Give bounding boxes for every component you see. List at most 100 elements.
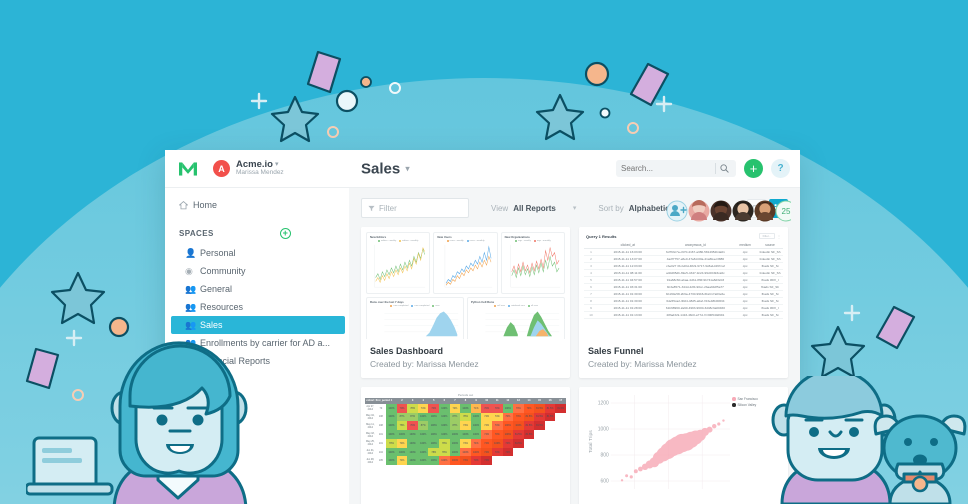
mixpanel-m-logo-icon[interactable] [179,161,197,176]
heatmap-cell: 100% [470,447,482,457]
kebab-menu-icon[interactable]: ⋮ [777,234,781,239]
card-meta: Sales Dashboard Created by: Marissa Mend… [361,339,570,378]
heatmap-cell: 100% [449,456,461,466]
sidebar-item-personal[interactable]: 👤 Personal [171,244,345,262]
legend-entry: orgs - weekly [514,240,531,242]
sidebar-item-home[interactable]: Home [165,196,349,214]
sidebar-item-resources[interactable]: 👥 Resources [171,298,345,316]
table-cell: cbe027 3b-bd0d-48c9-9717-9c8a1d497caf [657,262,734,270]
chevron-down-icon: ▾ [405,163,410,173]
heatmap-cell: 74% [460,456,471,466]
chevron-down-icon: ▾ [274,161,279,169]
table-cell: cpc [733,276,758,284]
heatmap-cell: 100% [439,412,450,422]
help-button[interactable]: ? [771,159,790,178]
heatmap-cell: 100% [386,403,397,413]
table-cell: 2015-11-11 03:31:00 [597,283,658,291]
heatmap-cell: 100% [417,447,429,457]
heatmap-cell: 100% [470,421,482,431]
avatar [754,200,776,222]
illustration-dog [873,414,967,504]
heatmap-cell: 100% [513,421,524,431]
heatmap-cell: 100% [417,456,429,466]
add-space-icon[interactable]: + [280,227,291,239]
mini-chart-title: Python Cell Runs [471,300,495,304]
heatmap-cell: 70% [428,403,440,413]
heatmap-cell: 70% [407,421,418,431]
report-card[interactable]: New Editors editors - weekly editors - m… [361,227,570,378]
legend-entry: cell runs [493,305,505,307]
heatmap-cell: 74% [460,421,471,431]
card-subtitle: Created by: Marissa Mendez [588,359,697,369]
svg-text:25: 25 [782,207,791,216]
page-title[interactable]: Sales ▾ [361,160,410,177]
report-card[interactable]: 1200 1000 800 600 Total Trips San Franci… [579,387,788,504]
heatmap-cell: 87% [407,412,418,422]
table-cell: cpc [733,311,758,319]
member-avatars: 25 [666,200,791,222]
table-cell: linkedin SF_Sh [757,248,783,256]
org-switcher[interactable]: A Acme.io ▾ Marissa Mendez [213,160,284,177]
card-title: Sales Funnel [588,346,644,356]
heatmap-label-cell: 105 [375,456,387,466]
table-cell: 91a68c60-abaa-4db1-8f9f-9b741a8d32d3 [657,276,734,284]
heatmap-cell: 78% [396,421,408,431]
mini-chart-runs-last-7-days: Runs over the last 7 days runs completed… [366,297,464,339]
heatmap-cell: 100% [460,430,471,439]
table-cell: cpc [733,290,758,298]
search-divider [715,163,716,174]
sidebar-item-sales[interactable]: 👥 Sales [171,316,345,334]
heatmap-cell [513,456,524,465]
table-cell: 2015-11-11 04:57:00 [597,276,658,284]
heatmap-cell: 100% [449,430,461,439]
legend-entry: users - monthly [466,240,484,242]
scatter-point [712,424,717,429]
mini-line-chart [445,244,493,288]
sort-label: Sort by [598,203,624,213]
table-cell: 3 [584,262,598,270]
heatmap-cell: 87% [449,412,461,422]
heatmap-label-cell: Apr 27, 2014 [365,403,376,413]
table-cell: 2015-11-11 01:13:00 [597,311,658,319]
table-cell: cpc [733,304,758,312]
filter-input[interactable]: Filter [361,198,469,218]
page-title-text: Sales [361,160,401,177]
heatmap-cell: 100% [470,412,482,422]
heatmap-cell [545,430,556,439]
table-cell: 9 [584,304,598,312]
table-row: 9 2015-11-11 01:28:00 61b68960-2a90-4993-9… [584,304,783,312]
table-cell: fbads SF_Sh [757,283,783,291]
sidebar-item-community[interactable]: ◉ Community [171,262,345,280]
sidebar-item-general[interactable]: 👥 General [171,280,345,298]
search-input[interactable] [621,164,715,173]
report-card[interactable]: Periods out cohort first_period 1 2 3 4 5 6 7 8 9 1… [361,387,570,504]
heatmap-cell: 100% [396,447,408,457]
heatmap-cell: 100% [407,438,418,448]
table-row: 10 2015-11-11 01:13:00 28fad3c9-1416-48c0-… [584,311,783,319]
heatmap-cell: 70% [513,403,524,413]
heatmap-cell: 74% [481,412,492,422]
heatmap-row: Jun 01, 2014 104 100% 100% 100% 100% 78% 78% 100… [365,447,566,457]
table-row: 3 2015-11-11 12:03:00 cbe027 3b-bd0d-48c9-… [584,262,783,270]
heatmap-label-cell: May 04, 2014 [365,412,376,422]
legend-entry: runs completed [390,305,408,307]
dashboard-thumbnail: New Editors editors - weekly editors - m… [361,227,570,339]
heatmap-cell: 100% [428,412,440,422]
search-icon[interactable] [720,164,729,173]
report-card[interactable]: Query 1 Results Filter... ⋮ clicked_at a… [579,227,788,378]
table-cell: cpc [733,255,758,263]
view-dropdown[interactable]: View All Reports ▾ [491,204,576,213]
add-button[interactable]: + [744,159,763,178]
heatmap-cell [524,448,535,457]
heatmap-cell: 100% [460,403,471,413]
table-cell: 2015-11-11 12:03:00 [597,262,658,270]
table-filter-button[interactable]: Filter... [758,233,775,239]
illustration-laptop [26,436,114,496]
screen: A Acme.io ▾ Marissa Mendez Sales ▾ Searc… [0,0,968,504]
search-box[interactable] [616,160,736,177]
table-row: 7 2015-11-11 01:30:00 bb160e58-2b9a-4730-9… [584,290,783,298]
invite-member-button [666,200,688,222]
scatter-point [620,479,624,482]
heatmap-cell [503,456,514,465]
report-card-grid: New Editors editors - weekly editors - m… [361,227,788,504]
